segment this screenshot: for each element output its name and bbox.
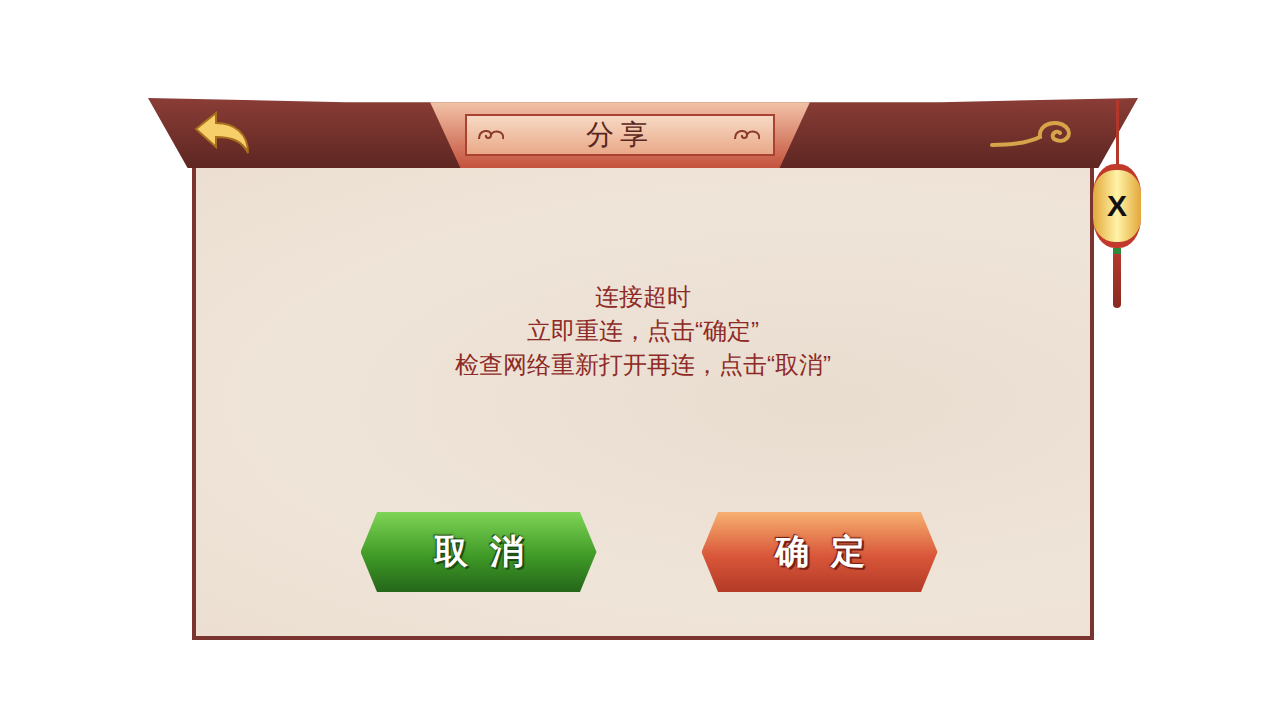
lantern-icon[interactable]: X <box>1093 164 1141 248</box>
dialog: 分享连接超时立即重连，点击“确定”检查网络重新打开再连，点击“取消” 取消 确定 X <box>148 98 1138 640</box>
cloud-ornament-icon <box>477 125 507 145</box>
back-arrow-icon[interactable] <box>192 111 252 155</box>
dialog-header: 分享 <box>148 98 1138 168</box>
cloud-ornament-icon <box>733 125 763 145</box>
message: 连接超时立即重连，点击“确定”检查网络重新打开再连，点击“取消” <box>455 280 831 382</box>
cloud-ornament-icon <box>988 115 1078 151</box>
message-line: 立即重连，点击“确定” <box>527 314 759 348</box>
screen: 分享连接超时立即重连，点击“确定”检查网络重新打开再连，点击“取消” 取消 确定 X <box>0 0 1280 720</box>
close-button[interactable]: X <box>1092 100 1142 308</box>
confirm-button[interactable]: 确定 <box>702 512 938 592</box>
message-line: 连接超时 <box>595 280 691 314</box>
title-plaque: 分享 <box>430 102 810 168</box>
button-row: 取消 确定 <box>361 512 938 592</box>
dialog-title: 分享 <box>586 116 654 154</box>
message-line: 检查网络重新打开再连，点击“取消” <box>455 348 831 382</box>
dialog-body: 连接超时立即重连，点击“确定”检查网络重新打开再连，点击“取消” 取消 确定 <box>192 168 1094 640</box>
cancel-button[interactable]: 取消 <box>361 512 597 592</box>
